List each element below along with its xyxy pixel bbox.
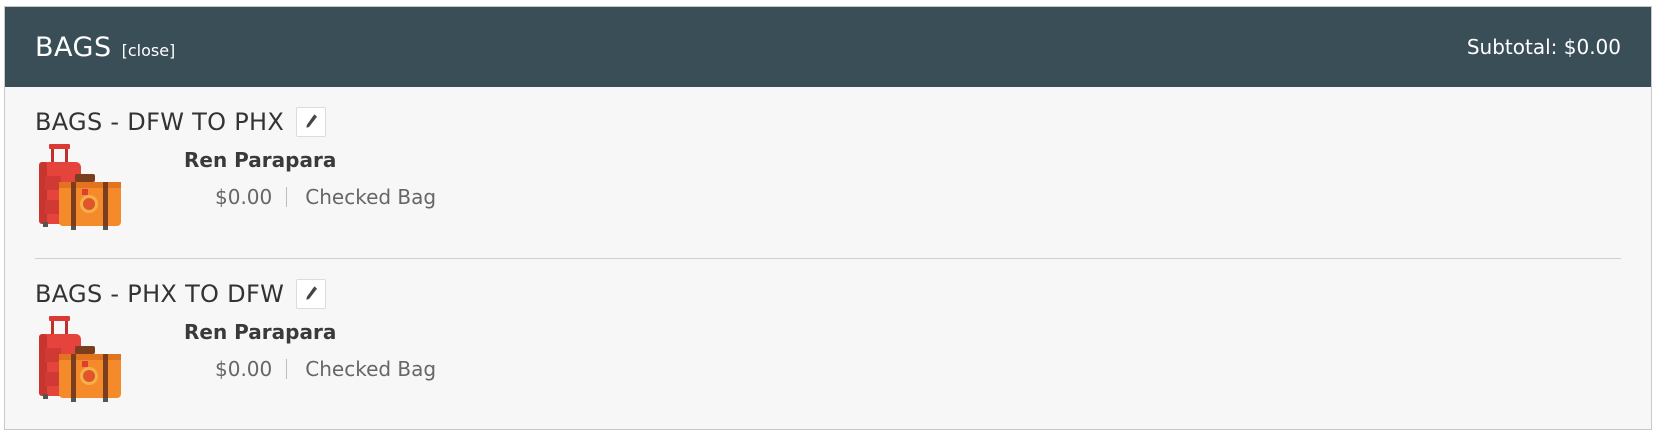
bags-header: BAGS [close] Subtotal: $0.00	[5, 7, 1651, 87]
bag-segment-phx-dfw: BAGS - PHX TO DFW Ren Parapara $0.00 Che…	[5, 259, 1651, 430]
luggage-image	[39, 144, 121, 230]
separator	[286, 187, 288, 207]
close-link[interactable]: [close]	[122, 41, 176, 60]
bag-type: Checked Bag	[305, 357, 437, 381]
bag-price: $0.00	[215, 357, 273, 381]
segment-title-row: BAGS - DFW TO PHX	[35, 107, 327, 137]
bag-price: $0.00	[215, 185, 273, 209]
bag-line: $0.00 Checked Bag	[215, 357, 436, 381]
segment-title: BAGS - PHX TO DFW	[35, 280, 285, 308]
bags-panel: BAGS [close] Subtotal: $0.00 BAGS - DFW …	[4, 6, 1652, 430]
header-left: BAGS [close]	[35, 32, 175, 63]
edit-button[interactable]	[296, 107, 327, 137]
panel-title: BAGS	[35, 31, 112, 63]
passenger-name: Ren Parapara	[184, 320, 337, 344]
bag-segment-dfw-phx: BAGS - DFW TO PHX Ren Parapara $0.00 Che…	[5, 87, 1651, 259]
luggage-image	[39, 316, 121, 402]
bag-line: $0.00 Checked Bag	[215, 185, 436, 209]
segment-title-row: BAGS - PHX TO DFW	[35, 279, 327, 309]
subtotal: Subtotal: $0.00	[1466, 35, 1621, 59]
segment-title: BAGS - DFW TO PHX	[35, 108, 285, 136]
pencil-icon	[306, 114, 318, 128]
bag-type: Checked Bag	[305, 185, 437, 209]
separator	[286, 359, 288, 379]
passenger-name: Ren Parapara	[184, 148, 337, 172]
pencil-icon	[306, 286, 318, 300]
edit-button[interactable]	[296, 279, 327, 309]
